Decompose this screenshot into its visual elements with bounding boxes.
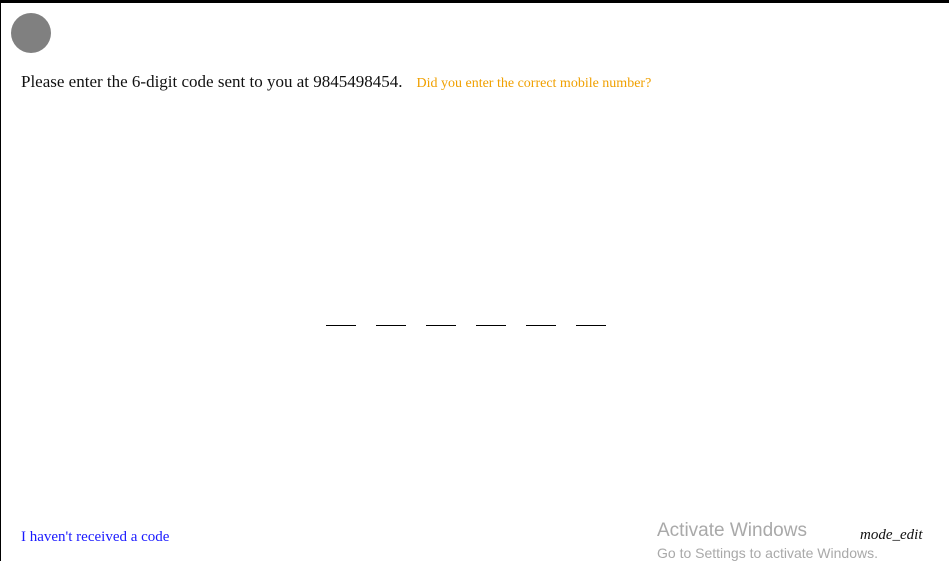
otp-digit-5[interactable]	[526, 309, 556, 326]
otp-digit-4[interactable]	[476, 309, 506, 326]
prompt-text: Please enter the 6-digit code sent to yo…	[21, 72, 403, 91]
prompt-row: Please enter the 6-digit code sent to yo…	[21, 72, 651, 92]
watermark-title: Activate Windows	[657, 520, 807, 541]
mode-edit-label: mode_edit	[860, 527, 923, 543]
otp-digit-1[interactable]	[326, 309, 356, 326]
wrong-number-link[interactable]: Did you enter the correct mobile number?	[416, 76, 651, 91]
back-button[interactable]	[11, 13, 51, 53]
watermark-subtitle: Go to Settings to activate Windows.	[657, 544, 878, 561]
no-code-received-link[interactable]: I haven't received a code	[21, 529, 169, 546]
otp-digit-2[interactable]	[376, 309, 406, 326]
otp-input-group	[326, 309, 606, 326]
otp-digit-3[interactable]	[426, 309, 456, 326]
activate-windows-watermark: Activate Windows Go to Settings to activ…	[657, 520, 878, 561]
otp-digit-6[interactable]	[576, 309, 606, 326]
